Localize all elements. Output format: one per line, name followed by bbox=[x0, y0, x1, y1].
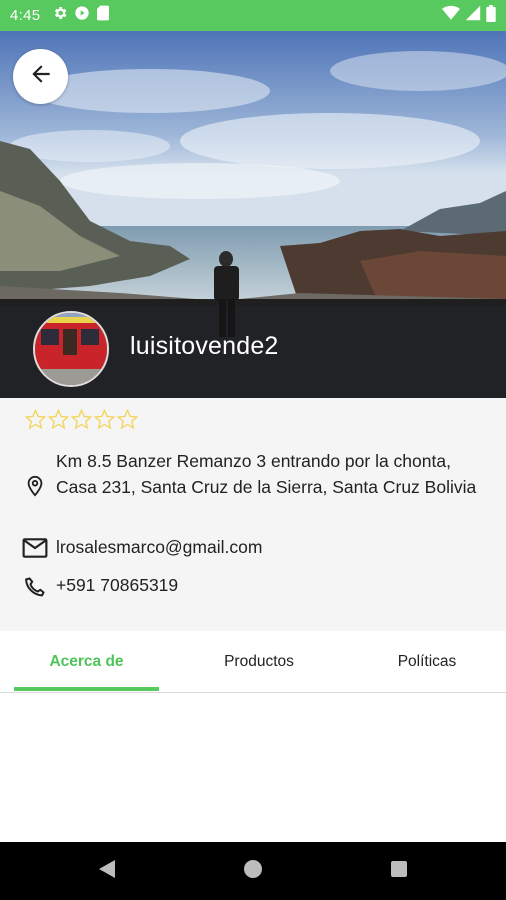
navigation-bar bbox=[0, 842, 506, 900]
battery-icon bbox=[486, 4, 496, 27]
email-row[interactable]: lrosalesmarco@gmail.com bbox=[20, 535, 262, 561]
address-text: Km 8.5 Banzer Remanzo 3 entrando por la … bbox=[56, 451, 477, 497]
star-icon bbox=[70, 408, 93, 436]
email-text[interactable]: lrosalesmarco@gmail.com bbox=[56, 535, 262, 561]
status-bar: 4:45 bbox=[0, 0, 506, 31]
cover-photo: luisitovende2 bbox=[0, 31, 506, 398]
circle-home-icon bbox=[243, 859, 263, 884]
tab-acerca-de[interactable]: Acerca de bbox=[14, 631, 159, 692]
sd-card-icon bbox=[96, 5, 110, 26]
play-icon bbox=[74, 5, 90, 26]
nav-back-button[interactable] bbox=[96, 859, 118, 884]
status-notification-icons bbox=[52, 5, 110, 26]
arrow-left-icon bbox=[28, 61, 54, 92]
status-time: 4:45 bbox=[10, 7, 41, 24]
phone-row[interactable]: +591 70865319 bbox=[20, 573, 178, 599]
nav-recents-button[interactable] bbox=[388, 860, 410, 882]
rating-stars bbox=[24, 408, 139, 436]
phone-icon bbox=[20, 575, 50, 599]
phone-text[interactable]: +591 70865319 bbox=[56, 573, 178, 599]
gear-icon bbox=[52, 5, 68, 26]
wifi-icon bbox=[442, 5, 460, 26]
star-icon bbox=[93, 408, 116, 436]
tab-indicator bbox=[14, 687, 159, 691]
tab-productos[interactable]: Productos bbox=[188, 631, 330, 692]
location-pin-icon bbox=[20, 473, 50, 499]
star-icon bbox=[47, 408, 70, 436]
tab-politicas[interactable]: Políticas bbox=[356, 631, 498, 692]
profile-info: Km 8.5 Banzer Remanzo 3 entrando por la … bbox=[0, 398, 506, 631]
nav-home-button[interactable] bbox=[242, 859, 264, 884]
square-recents-icon bbox=[390, 860, 408, 883]
star-icon bbox=[116, 408, 139, 436]
status-system-icons bbox=[442, 4, 496, 27]
avatar bbox=[33, 311, 109, 387]
address-row: Km 8.5 Banzer Remanzo 3 entrando por la … bbox=[20, 449, 486, 500]
tab-bar: Acerca de Productos Políticas bbox=[0, 631, 506, 693]
signal-icon bbox=[465, 5, 481, 26]
star-icon bbox=[24, 408, 47, 436]
tab-content bbox=[0, 693, 506, 842]
back-button[interactable] bbox=[13, 49, 68, 104]
mail-icon bbox=[20, 537, 50, 559]
triangle-back-icon bbox=[98, 859, 116, 884]
username: luisitovende2 bbox=[130, 332, 279, 360]
